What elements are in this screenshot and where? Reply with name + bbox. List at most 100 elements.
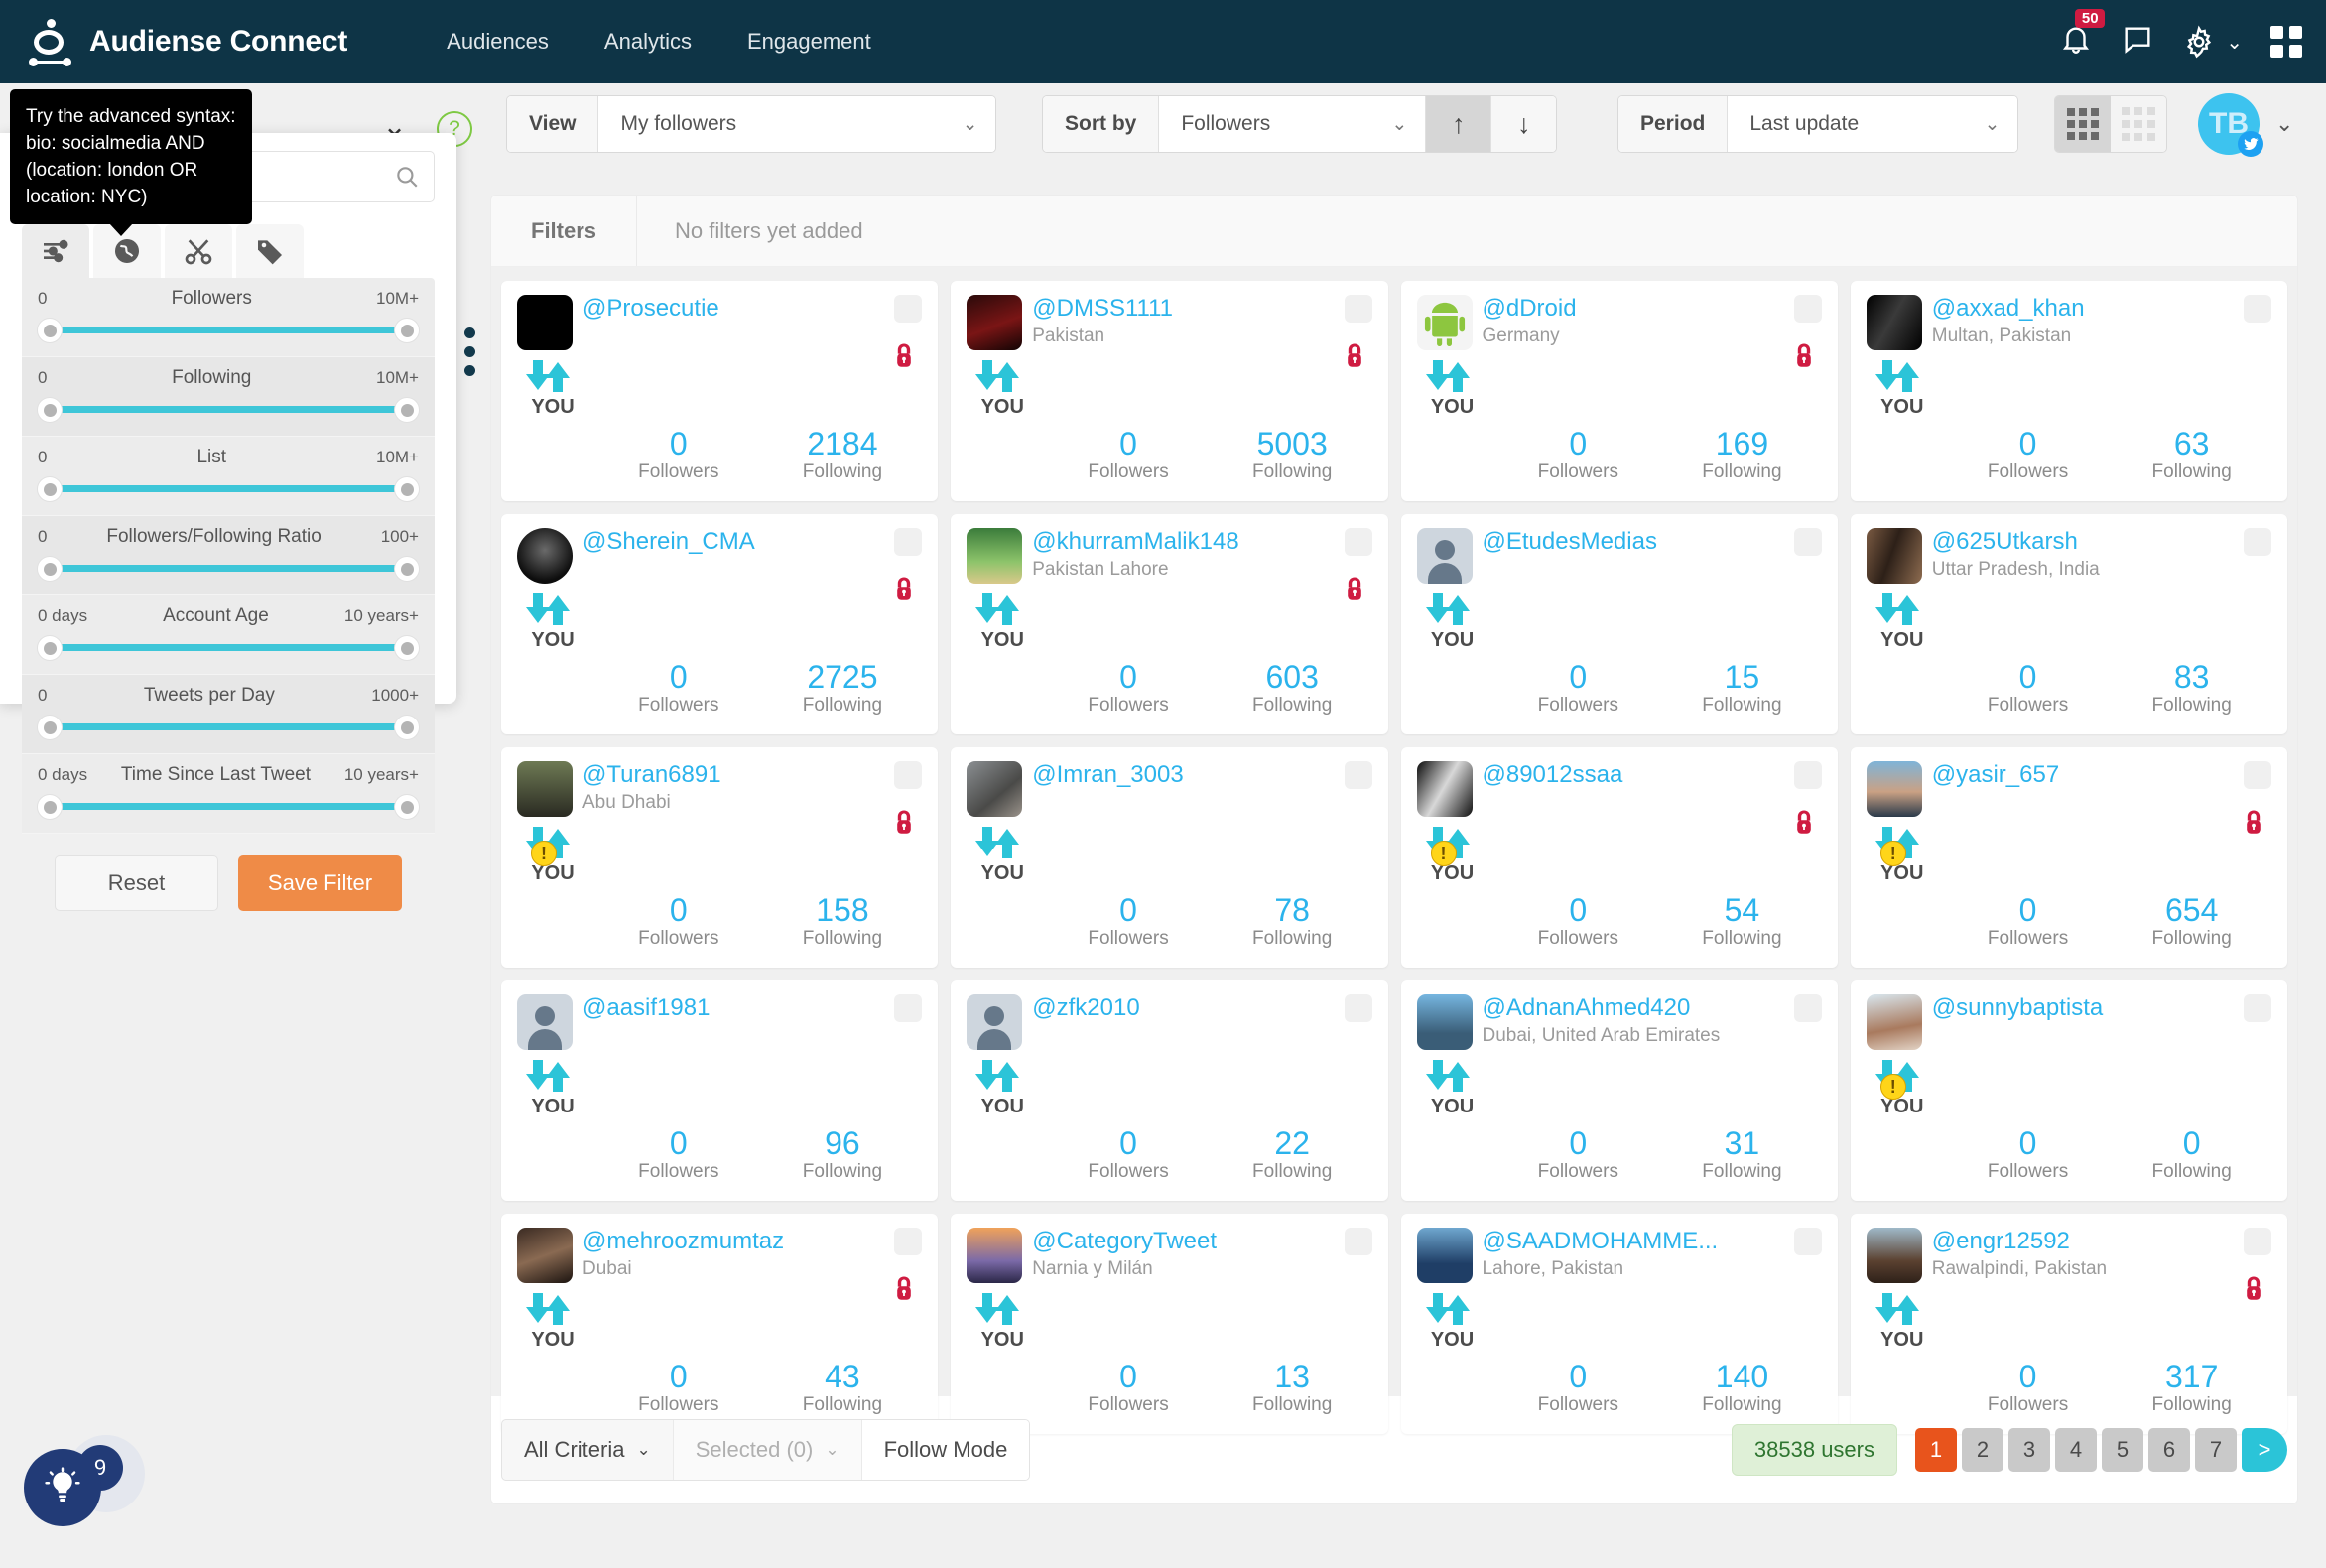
user-card[interactable]: @khurramMalik148Pakistan LahoreYOU0Follo… (951, 514, 1387, 734)
view-select[interactable]: My followers ⌄ (598, 96, 995, 152)
reset-filter-button[interactable]: Reset (55, 855, 218, 911)
user-handle-link[interactable]: @khurramMalik148 (1032, 528, 1338, 556)
user-avatar-image[interactable] (967, 1228, 1022, 1283)
user-handle-link[interactable]: @yasir_657 (1932, 761, 2238, 789)
slider-max-handle[interactable] (395, 477, 419, 501)
page-button[interactable]: 6 (2148, 1428, 2190, 1472)
grid-view-dense-button[interactable] (2055, 96, 2111, 152)
user-avatar-image[interactable] (1867, 295, 1922, 350)
user-select-checkbox[interactable] (894, 761, 922, 789)
user-handle-link[interactable]: @SAADMOHAMME... (1483, 1228, 1788, 1255)
user-avatar-image[interactable] (517, 1228, 573, 1283)
user-avatar[interactable]: TB (2198, 93, 2260, 155)
page-button[interactable]: 2 (1962, 1428, 2003, 1472)
user-select-checkbox[interactable] (1345, 761, 1372, 789)
user-handle-link[interactable]: @mehroozmumtaz (582, 1228, 888, 1255)
user-handle-link[interactable]: @EtudesMedias (1483, 528, 1788, 556)
user-handle-link[interactable]: @axxad_khan (1932, 295, 2238, 323)
slider-track[interactable] (38, 716, 419, 737)
user-handle-link[interactable]: @sunnybaptista (1932, 994, 2238, 1022)
sort-descending-button[interactable]: ↓ (1490, 96, 1556, 152)
user-handle-link[interactable]: @Turan6891 (582, 761, 888, 789)
user-card[interactable]: @aasif1981YOU0Followers96Following (501, 980, 938, 1201)
user-handle-link[interactable]: @AdnanAhmed420 (1483, 994, 1788, 1022)
brand[interactable]: Audiense Connect (28, 17, 347, 66)
apps-grid-icon[interactable] (2270, 26, 2302, 58)
user-card[interactable]: @89012ssaa!YOU0Followers54Following (1401, 747, 1838, 968)
sortby-select[interactable]: Followers ⌄ (1159, 96, 1425, 152)
user-avatar-image[interactable] (967, 528, 1022, 584)
period-select[interactable]: Last update ⌄ (1728, 96, 2017, 152)
user-avatar-image[interactable] (1417, 994, 1473, 1050)
filter-tab-sliders[interactable] (22, 224, 89, 278)
settings-chevron-down-icon[interactable]: ⌄ (2226, 30, 2243, 55)
user-select-checkbox[interactable] (894, 528, 922, 556)
page-button[interactable]: 1 (1915, 1428, 1957, 1472)
user-select-checkbox[interactable] (2244, 761, 2271, 789)
user-select-checkbox[interactable] (1794, 761, 1822, 789)
user-handle-link[interactable]: @Sherein_CMA (582, 528, 888, 556)
panel-drag-handle[interactable] (464, 327, 475, 376)
next-page-button[interactable]: > (2242, 1428, 2287, 1472)
slider-max-handle[interactable] (395, 795, 419, 819)
user-handle-link[interactable]: @engr12592 (1932, 1228, 2238, 1255)
user-avatar-image[interactable] (1417, 295, 1473, 350)
user-avatar-image[interactable] (517, 295, 573, 350)
follow-mode-button[interactable]: Follow Mode (862, 1420, 1030, 1480)
user-handle-link[interactable]: @zfk2010 (1032, 994, 1338, 1022)
user-select-checkbox[interactable] (1794, 1228, 1822, 1255)
user-avatar-image[interactable] (1867, 761, 1922, 817)
user-select-checkbox[interactable] (1345, 528, 1372, 556)
slider-min-handle[interactable] (38, 477, 62, 501)
user-card[interactable]: @ProsecutieYOU0Followers2184Following (501, 281, 938, 501)
slider-min-handle[interactable] (38, 557, 62, 581)
user-avatar-image[interactable] (1417, 761, 1473, 817)
user-card[interactable]: @sunnybaptista!YOU0Followers0Following (1851, 980, 2287, 1201)
help-widget[interactable]: 9 (16, 1433, 145, 1542)
user-card[interactable]: @Sherein_CMAYOU0Followers2725Following (501, 514, 938, 734)
user-select-checkbox[interactable] (1794, 994, 1822, 1022)
user-select-checkbox[interactable] (894, 994, 922, 1022)
user-avatar-image[interactable] (1867, 994, 1922, 1050)
user-card[interactable]: @axxad_khanMultan, PakistanYOU0Followers… (1851, 281, 2287, 501)
slider-min-handle[interactable] (38, 795, 62, 819)
slider-max-handle[interactable] (395, 557, 419, 581)
messages-chat-icon[interactable] (2121, 23, 2154, 62)
user-select-checkbox[interactable] (1794, 295, 1822, 323)
slider-max-handle[interactable] (395, 319, 419, 342)
slider-min-handle[interactable] (38, 398, 62, 422)
user-handle-link[interactable]: @CategoryTweet (1032, 1228, 1338, 1255)
user-avatar-image[interactable] (517, 528, 573, 584)
user-avatar-image[interactable] (967, 994, 1022, 1050)
filters-label[interactable]: Filters (491, 196, 637, 266)
slider-track[interactable] (38, 557, 419, 579)
user-select-checkbox[interactable] (2244, 1228, 2271, 1255)
user-select-checkbox[interactable] (2244, 295, 2271, 323)
slider-max-handle[interactable] (395, 716, 419, 739)
user-card[interactable]: @EtudesMediasYOU0Followers15Following (1401, 514, 1838, 734)
slider-track[interactable] (38, 319, 419, 340)
settings-gear-icon[interactable]: ⌄ (2182, 25, 2243, 59)
notifications-bell-icon[interactable]: 50 (2059, 23, 2093, 62)
user-select-checkbox[interactable] (1345, 994, 1372, 1022)
slider-track[interactable] (38, 636, 419, 658)
user-avatar-image[interactable] (1867, 1228, 1922, 1283)
account-menu[interactable]: TB ⌄ (2198, 93, 2293, 155)
user-handle-link[interactable]: @Prosecutie (582, 295, 888, 323)
user-select-checkbox[interactable] (894, 295, 922, 323)
user-avatar-image[interactable] (1417, 528, 1473, 584)
user-card[interactable]: @Imran_3003YOU0Followers78Following (951, 747, 1387, 968)
page-button[interactable]: 5 (2102, 1428, 2143, 1472)
user-card[interactable]: @Turan6891Abu Dhabi!YOU0Followers158Foll… (501, 747, 938, 968)
nav-item-engagement[interactable]: Engagement (719, 19, 899, 65)
user-avatar-image[interactable] (1867, 528, 1922, 584)
user-avatar-image[interactable] (1417, 1228, 1473, 1283)
user-handle-link[interactable]: @dDroid (1483, 295, 1788, 323)
nav-item-audiences[interactable]: Audiences (419, 19, 577, 65)
user-avatar-image[interactable] (967, 761, 1022, 817)
grid-view-sparse-button[interactable] (2111, 96, 2166, 152)
user-handle-link[interactable]: @89012ssaa (1483, 761, 1788, 789)
user-handle-link[interactable]: @625Utkarsh (1932, 528, 2238, 556)
user-select-checkbox[interactable] (894, 1228, 922, 1255)
user-select-checkbox[interactable] (1345, 1228, 1372, 1255)
